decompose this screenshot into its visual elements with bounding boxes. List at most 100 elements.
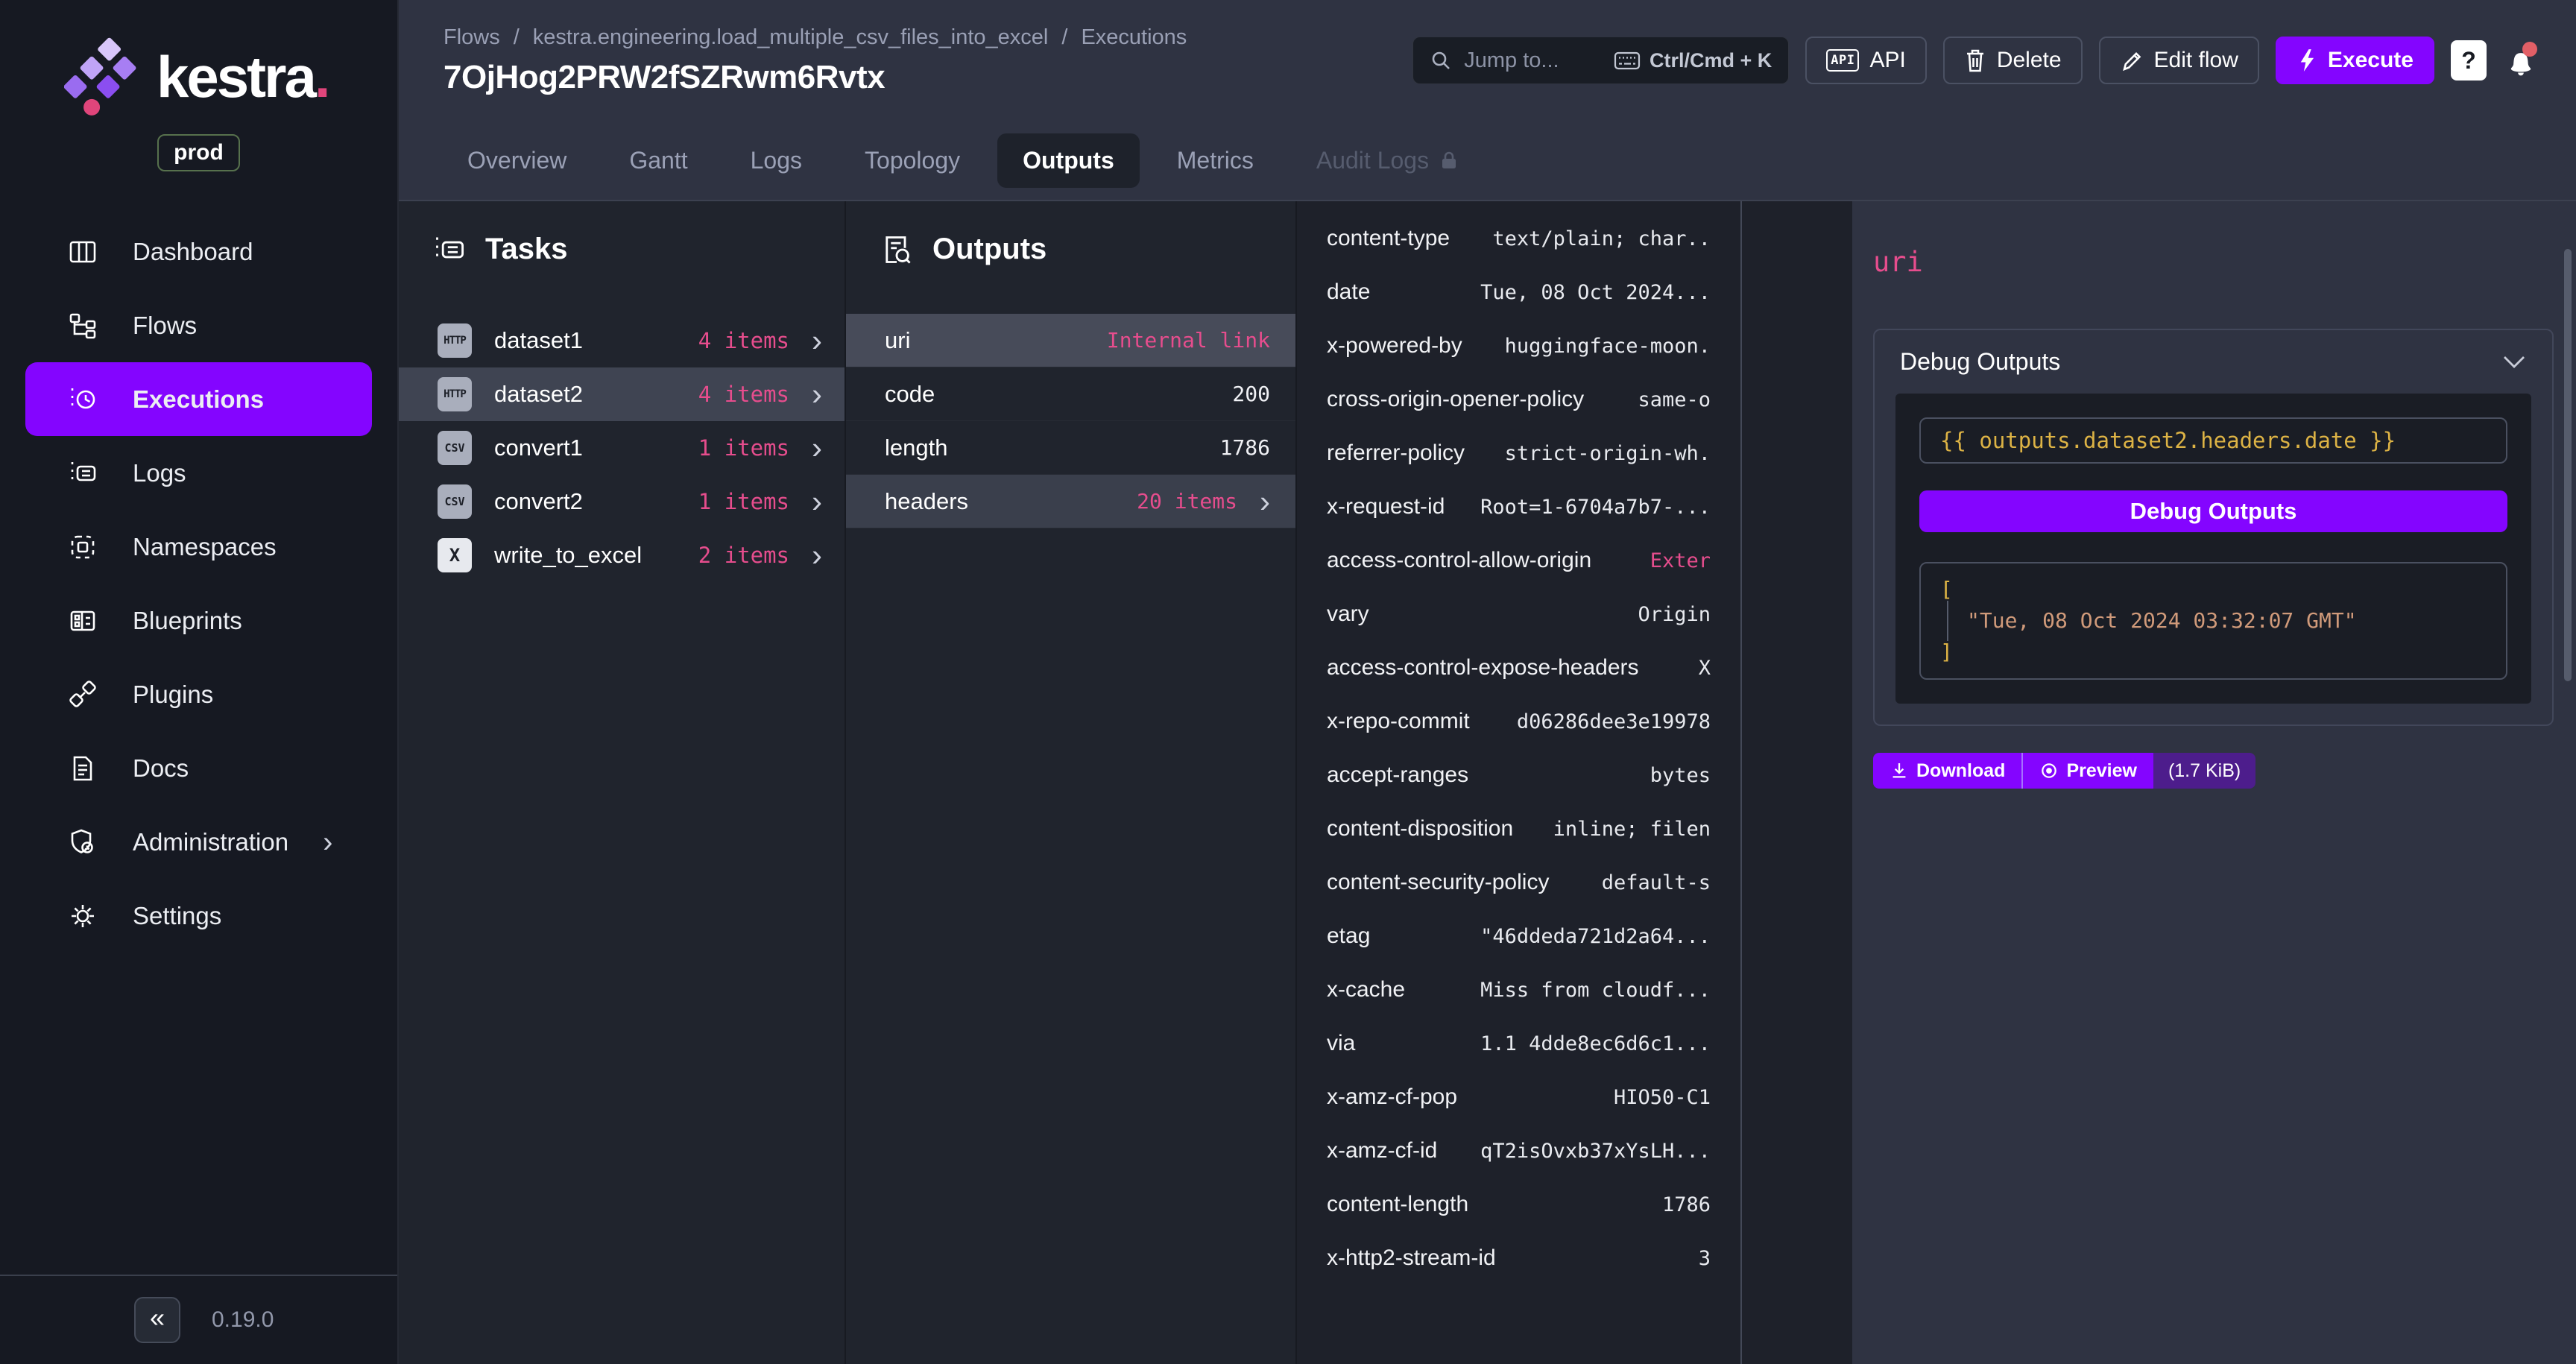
pencil-icon: [2120, 48, 2144, 72]
sidebar-item-dashboard[interactable]: Dashboard: [25, 215, 372, 288]
sidebar-footer: « 0.19.0: [0, 1275, 397, 1364]
breadcrumb-executions[interactable]: Executions: [1081, 25, 1187, 50]
header-row[interactable]: x-amz-cf-popHIO50-C1: [1297, 1070, 1740, 1124]
task-row-dataset1[interactable]: HTTP dataset1 4 items ›: [399, 314, 845, 367]
sidebar-item-settings[interactable]: Settings: [25, 879, 372, 953]
header-row[interactable]: accept-rangesbytes: [1297, 748, 1740, 802]
debug-outputs-button[interactable]: Debug Outputs: [1919, 490, 2507, 532]
kestra-logo-icon: [64, 36, 142, 118]
debug-outputs-body: {{ outputs.dataset2.headers.date }} Debu…: [1895, 394, 2531, 704]
output-detail-panel: uri Debug Outputs {{ outputs.dataset2.he…: [1852, 201, 2576, 1364]
headers-panel: content-typetext/plain; char.. dateTue, …: [1297, 201, 1742, 1364]
execution-tabs: Overview Gantt Logs Topology Outputs Met…: [399, 121, 2576, 201]
executions-icon: [67, 384, 98, 415]
tab-logs[interactable]: Logs: [725, 133, 827, 188]
header-row[interactable]: x-cacheMiss from cloudf...: [1297, 963, 1740, 1017]
sidebar-item-label: Plugins: [133, 681, 213, 709]
header-row[interactable]: content-dispositioninline; filen: [1297, 802, 1740, 856]
tab-metrics[interactable]: Metrics: [1152, 133, 1279, 188]
gear-icon: [67, 900, 98, 932]
output-row-code[interactable]: code 200: [846, 367, 1295, 421]
header-row[interactable]: referrer-policystrict-origin-wh.: [1297, 426, 1740, 480]
header-row[interactable]: x-amz-cf-idqT2isOvxb37xYsLH...: [1297, 1124, 1740, 1178]
topbar: Flows / kestra.engineering.load_multiple…: [399, 0, 2576, 121]
outputs-list: uri Internal link code 200 length 1786 h…: [846, 314, 1295, 528]
api-button[interactable]: API API: [1805, 37, 1927, 84]
tab-overview[interactable]: Overview: [442, 133, 592, 188]
app-root: kestra. prod Dashboard Flows Executions: [0, 0, 2576, 1364]
expression-input[interactable]: {{ outputs.dataset2.headers.date }}: [1919, 417, 2507, 464]
sidebar-item-docs[interactable]: Docs: [25, 731, 372, 805]
file-size-badge: (1.7 KiB): [2153, 753, 2255, 789]
execute-button[interactable]: Execute: [2276, 37, 2434, 84]
page-title: 7OjHog2PRW2fSZRwm6Rvtx: [443, 59, 1187, 96]
output-row-uri[interactable]: uri Internal link: [846, 314, 1295, 367]
csv-task-icon: CSV: [438, 431, 472, 465]
breadcrumb-separator: /: [514, 25, 520, 50]
environment-badge: prod: [157, 134, 240, 171]
docs-icon: [67, 753, 98, 784]
header-row[interactable]: access-control-expose-headersX: [1297, 641, 1740, 695]
header-row[interactable]: x-http2-stream-id3: [1297, 1231, 1740, 1285]
breadcrumb-namespace[interactable]: kestra.engineering.load_multiple_csv_fil…: [533, 25, 1049, 50]
output-row-headers[interactable]: headers 20 items ›: [846, 475, 1295, 528]
sidebar-item-label: Docs: [133, 754, 189, 783]
tab-topology[interactable]: Topology: [839, 133, 985, 188]
header-row[interactable]: access-control-allow-originExter: [1297, 534, 1740, 587]
task-row-convert2[interactable]: CSV convert2 1 items ›: [399, 475, 845, 528]
breadcrumb: Flows / kestra.engineering.load_multiple…: [443, 25, 1187, 50]
sidebar-item-flows[interactable]: Flows: [25, 288, 372, 362]
tasks-icon: [433, 233, 466, 266]
output-row-length[interactable]: length 1786: [846, 421, 1295, 475]
chevron-right-icon: ›: [812, 328, 822, 353]
search-placeholder: Jump to...: [1464, 48, 1559, 73]
tab-gantt[interactable]: Gantt: [604, 133, 713, 188]
header-row[interactable]: x-powered-byhuggingface-moon.: [1297, 319, 1740, 373]
task-row-convert1[interactable]: CSV convert1 1 items ›: [399, 421, 845, 475]
preview-button[interactable]: Preview: [2021, 753, 2153, 789]
sidebar-item-blueprints[interactable]: Blueprints: [25, 584, 372, 657]
breadcrumb-flows[interactable]: Flows: [443, 25, 500, 50]
header-row[interactable]: content-security-policydefault-s: [1297, 856, 1740, 909]
tasks-panel-header: Tasks: [399, 201, 845, 266]
header-row[interactable]: dateTue, 08 Oct 2024...: [1297, 265, 1740, 319]
kestra-logo[interactable]: kestra.: [0, 0, 397, 118]
notifications-bell-button[interactable]: [2503, 40, 2539, 80]
chevron-right-icon: ›: [323, 827, 332, 857]
sidebar-item-executions[interactable]: Executions: [25, 362, 372, 436]
sidebar-item-label: Settings: [133, 902, 221, 930]
help-button[interactable]: ?: [2451, 40, 2487, 80]
vertical-scrollbar[interactable]: [2564, 249, 2572, 681]
sidebar-item-logs[interactable]: Logs: [25, 436, 372, 510]
preview-eye-icon: [2039, 761, 2059, 780]
edit-flow-button[interactable]: Edit flow: [2099, 37, 2259, 84]
header-row[interactable]: x-repo-commitd06286dee3e19978: [1297, 695, 1740, 748]
chevron-right-icon: ›: [812, 382, 822, 407]
header-row[interactable]: etag"46ddeda721d2a64...: [1297, 909, 1740, 963]
version-label: 0.19.0: [212, 1307, 274, 1333]
sidebar-item-administration[interactable]: Administration ›: [25, 805, 372, 879]
http-task-icon: HTTP: [438, 377, 472, 411]
download-button[interactable]: Download: [1873, 753, 2021, 789]
task-row-dataset2[interactable]: HTTP dataset2 4 items ›: [399, 367, 845, 421]
header-row[interactable]: via1.1 4dde8ec6d6c1...: [1297, 1017, 1740, 1070]
tab-outputs[interactable]: Outputs: [997, 133, 1140, 188]
debug-outputs-card-header[interactable]: Debug Outputs: [1875, 330, 2552, 394]
task-row-write-to-excel[interactable]: X write_to_excel 2 items ›: [399, 528, 845, 582]
sidebar-item-namespaces[interactable]: Namespaces: [25, 510, 372, 584]
header-row[interactable]: content-length1786: [1297, 1178, 1740, 1231]
sidebar-item-label: Administration: [133, 828, 288, 856]
delete-button[interactable]: Delete: [1943, 37, 2083, 84]
tasks-list: HTTP dataset1 4 items › HTTP dataset2 4 …: [399, 314, 845, 582]
header-row[interactable]: content-typetext/plain; char..: [1297, 212, 1740, 265]
sidebar-item-plugins[interactable]: Plugins: [25, 657, 372, 731]
search-shortcut: Ctrl/Cmd + K: [1614, 49, 1772, 72]
collapse-sidebar-button[interactable]: «: [134, 1297, 180, 1343]
sidebar-item-label: Logs: [133, 459, 186, 487]
search-input[interactable]: Jump to... Ctrl/Cmd + K: [1412, 37, 1789, 84]
flows-icon: [67, 310, 98, 341]
header-row[interactable]: cross-origin-opener-policysame-o: [1297, 373, 1740, 426]
header-row[interactable]: varyOrigin: [1297, 587, 1740, 641]
chevron-right-icon: ›: [812, 489, 822, 514]
header-row[interactable]: x-request-idRoot=1-6704a7b7-...: [1297, 480, 1740, 534]
